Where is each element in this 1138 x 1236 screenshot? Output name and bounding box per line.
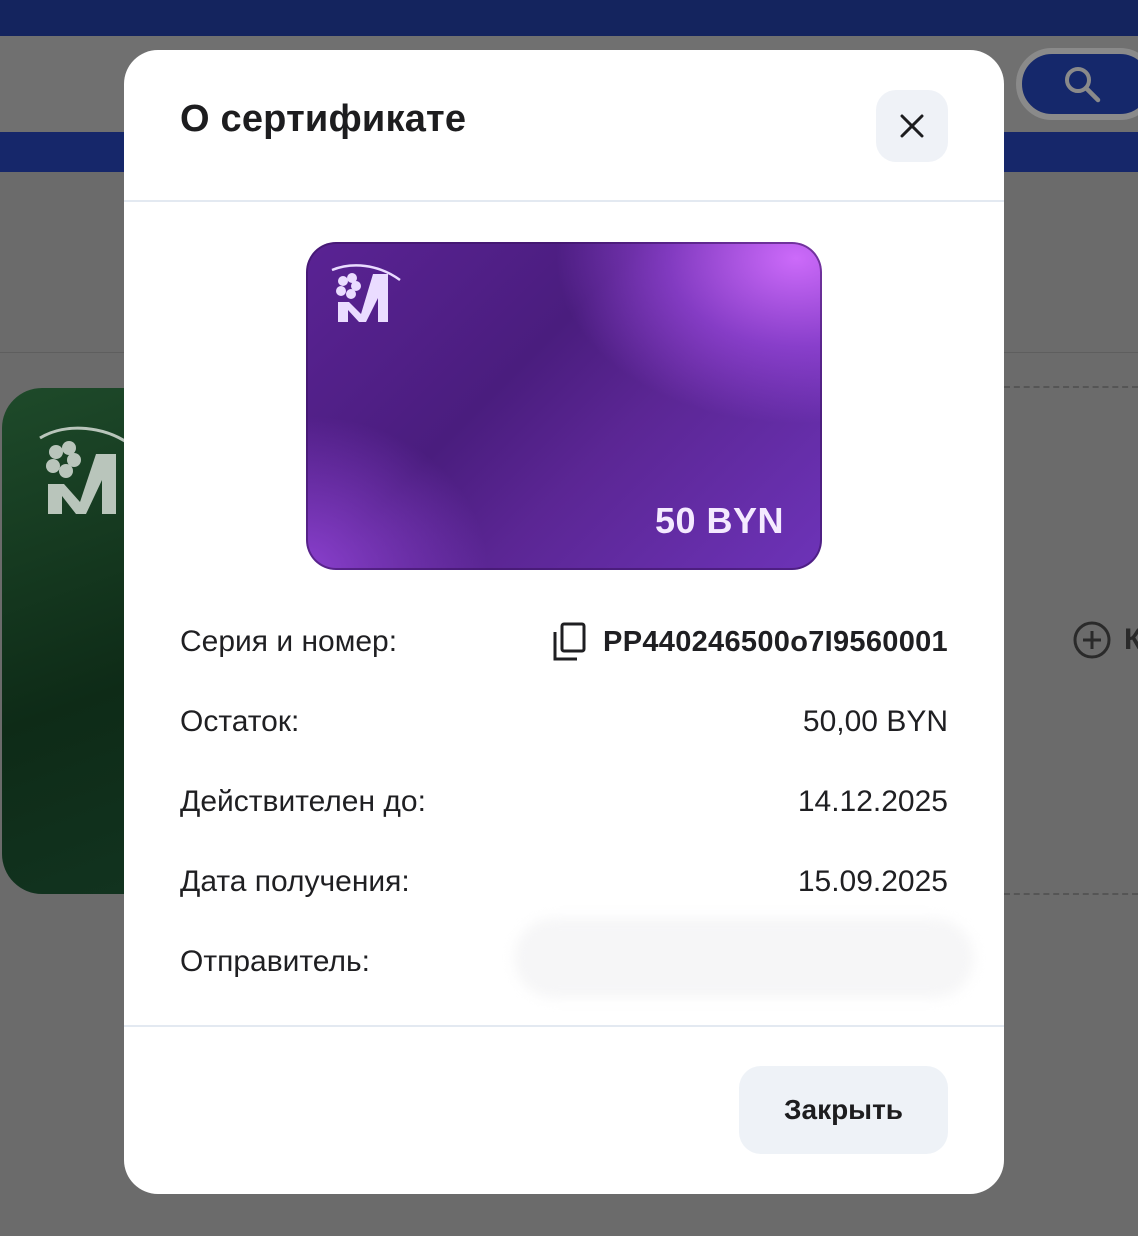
serial-number-value: PP440246500o7I9560001 [603, 625, 948, 658]
detail-row-received-date: Дата получения: 15.09.2025 [180, 860, 948, 904]
detail-label: Остаток: [180, 705, 300, 738]
detail-label: Дата получения: [180, 865, 410, 898]
search-icon [1065, 67, 1101, 103]
received-date-value: 15.09.2025 [797, 865, 948, 898]
footer-divider [124, 1025, 1004, 1027]
top-bar [0, 0, 1138, 36]
detail-row-balance: Остаток: 50,00 BYN [180, 700, 948, 744]
copy-icon [553, 622, 586, 661]
close-footer-button[interactable]: Закрыть [739, 1066, 948, 1154]
copy-button[interactable] [551, 622, 587, 662]
certificate-amount: 50 BYN [654, 500, 784, 541]
brand-logo-icon [39, 426, 133, 514]
add-certificate-label: К [1124, 623, 1138, 656]
detail-label: Действителен до: [180, 785, 426, 818]
detail-row-serial: Серия и номер: PP440246500o7I9560001 [180, 620, 948, 664]
modal-title: О сертификате [180, 98, 467, 140]
search-button[interactable] [1016, 48, 1138, 120]
brand-logo-icon [331, 264, 401, 322]
detail-row-sender: Отправитель: [180, 940, 948, 984]
detail-label: Серия и номер: [180, 625, 398, 658]
close-button[interactable] [876, 90, 948, 162]
detail-row-valid-until: Действителен до: 14.12.2025 [180, 780, 948, 824]
certificate-card: 50 BYN [306, 242, 822, 570]
detail-label: Отправитель: [180, 945, 370, 978]
add-certificate-button[interactable]: К [1072, 620, 1138, 660]
certificate-modal: О сертификате 50 BYN Серия и номер: PP44… [124, 50, 1004, 1194]
plus-circle-icon [1073, 621, 1111, 659]
serial-number-group: PP440246500o7I9560001 [551, 622, 948, 662]
balance-value: 50,00 BYN [802, 705, 948, 738]
valid-until-value: 14.12.2025 [797, 785, 948, 818]
dashed-border-bottom [1004, 893, 1138, 895]
dashed-border-top [1004, 386, 1138, 388]
close-icon [900, 114, 924, 138]
header-divider [124, 200, 1004, 202]
